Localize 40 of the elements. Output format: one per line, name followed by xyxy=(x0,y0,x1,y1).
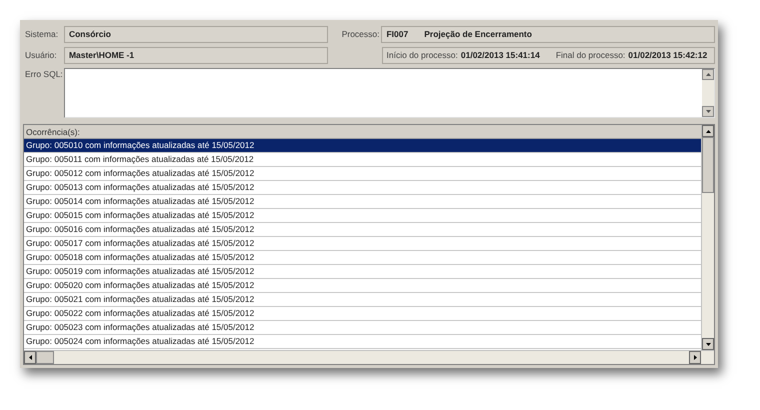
list-row[interactable]: Grupo: 005021 com informações atualizadas até 15/05/2012 xyxy=(24,293,701,307)
end-time: 01/02/2013 15:42:12 xyxy=(628,48,708,62)
down-arrow-icon xyxy=(706,342,710,346)
scroll-left-button[interactable] xyxy=(24,351,36,364)
list-row[interactable]: Grupo: 005024 com informações atualizadas até 15/05/2012 xyxy=(24,335,701,349)
left-arrow-icon xyxy=(28,355,32,360)
list-row[interactable]: Grupo: 005010 com informações atualizadas até 15/05/2012 xyxy=(24,139,701,153)
system-field: Consórcio xyxy=(64,26,328,42)
list-row[interactable]: Grupo: 005013 com informações atualizadas até 15/05/2012 xyxy=(24,181,701,195)
process-name: Projeção de Encerramento xyxy=(424,28,532,40)
field-label: Usuário: xyxy=(24,48,58,62)
scroll-thumb[interactable] xyxy=(36,351,54,364)
list-row[interactable]: Grupo: 005015 com informações atualizadas até 15/05/2012 xyxy=(24,209,701,223)
field-label: Processo: xyxy=(342,28,380,40)
right-arrow-icon xyxy=(694,355,696,360)
scroll-right-button[interactable] xyxy=(689,351,701,364)
field-label: Erro SQL: xyxy=(24,68,64,81)
start-time: 01/02/2013 15:41:14 xyxy=(460,48,540,62)
field-label: Final do processo: xyxy=(556,48,626,62)
list-row[interactable]: Grupo: 005018 com informações atualizadas até 15/05/2012 xyxy=(24,251,701,265)
scroll-thumb[interactable] xyxy=(702,137,714,193)
up-arrow-icon xyxy=(706,73,710,76)
down-arrow-icon xyxy=(706,110,710,113)
list-row[interactable]: Grupo: 005012 com informações atualizadas até 15/05/2012 xyxy=(24,167,701,181)
list-row[interactable]: Grupo: 005011 com informações atualizadas até 15/05/2012 xyxy=(24,153,701,167)
user-field: Master\HOME -1 xyxy=(64,46,328,64)
process-code: FI007 xyxy=(386,28,408,40)
list-row[interactable]: Grupo: 005014 com informações atualizadas até 15/05/2012 xyxy=(24,195,701,209)
list-header: Ocorrência(s): xyxy=(24,125,701,139)
list-row[interactable]: Grupo: 005022 com informações atualizadas até 15/05/2012 xyxy=(24,307,701,321)
up-arrow-icon xyxy=(706,130,710,132)
list-row[interactable]: Grupo: 005016 com informações atualizadas até 15/05/2012 xyxy=(24,223,701,237)
list-row[interactable]: Grupo: 005017 com informações atualizadas até 15/05/2012 xyxy=(24,237,701,251)
scroll-up-button[interactable] xyxy=(702,125,714,137)
field-label: Sistema: xyxy=(24,28,60,40)
list-row[interactable]: Grupo: 005020 com informações atualizadas até 15/05/2012 xyxy=(24,279,701,293)
list-row[interactable]: Grupo: 005023 com informações atualizadas até 15/05/2012 xyxy=(24,321,701,335)
list-row[interactable]: Grupo: 005019 com informações atualizadas até 15/05/2012 xyxy=(24,265,701,279)
scroll-down-button[interactable] xyxy=(702,338,714,350)
field-label: Início do processo: xyxy=(386,48,458,62)
